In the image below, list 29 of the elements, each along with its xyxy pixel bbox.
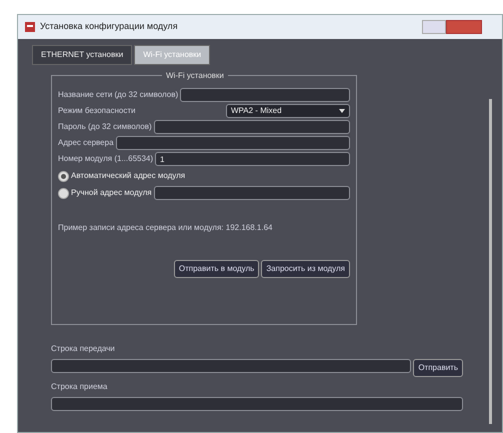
radio-button[interactable] (58, 188, 69, 198)
input-field[interactable] (154, 120, 350, 134)
caret-icon (339, 109, 345, 113)
input-field[interactable]: 1 (155, 152, 350, 166)
tab[interactable]: ETHERNET установки (32, 45, 132, 65)
action-button[interactable]: Отправить в модуль (174, 260, 260, 278)
action-button[interactable]: Запросить из модуля (261, 260, 350, 278)
radio-button[interactable] (58, 170, 69, 182)
group-title: Wi-Fi установки (162, 70, 228, 82)
field-label: Адрес сервера (58, 137, 114, 149)
field-label: Строка передачи (51, 343, 116, 355)
radio-label: Ручной адрес модуля (71, 187, 152, 199)
input-field[interactable] (116, 136, 350, 150)
send-button[interactable]: Отправить (413, 359, 463, 377)
field-label: Строка приема (51, 381, 108, 393)
dropdown[interactable]: WPA2 - Mixed (226, 104, 350, 118)
field-label: Название сети (до 32 символов) (58, 89, 178, 101)
field-label: Номер модуля (1...65534) (58, 153, 154, 165)
field-label: Пароль (до 32 символов) (58, 121, 152, 133)
app-icon (24, 21, 36, 33)
scrollbar[interactable] (489, 99, 492, 424)
radio-label: Автоматический адрес модуля (71, 170, 186, 182)
input-field[interactable] (51, 397, 463, 411)
input-field[interactable] (154, 186, 350, 200)
window-title: Установка конфигурации модуля (40, 20, 178, 34)
hint-text: Пример записи адреса сервера или модуля: 192.168.1.64 (58, 222, 274, 234)
field-label: Режим безопасности (58, 105, 136, 117)
input-field[interactable] (180, 88, 350, 102)
input-field[interactable] (51, 359, 412, 373)
